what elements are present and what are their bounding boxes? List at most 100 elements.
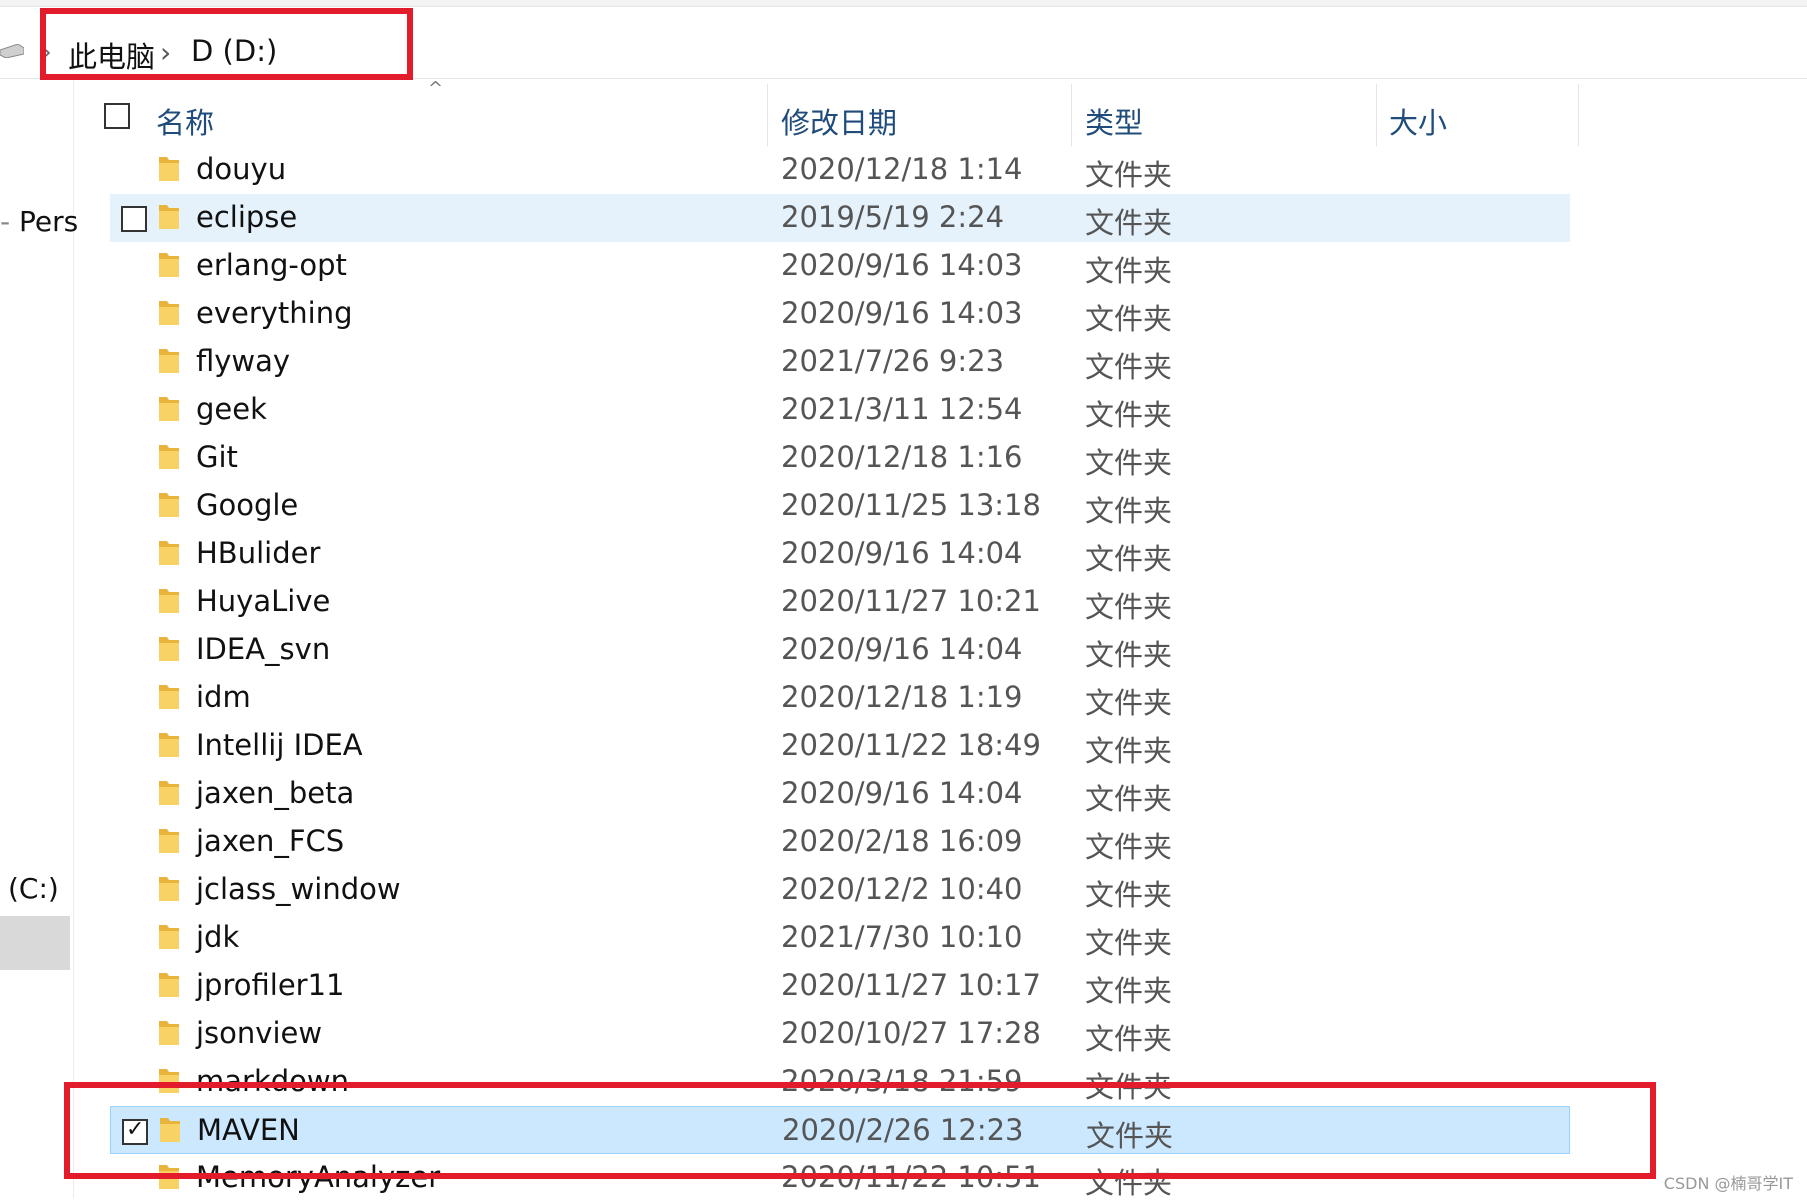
file-name: jprofiler11 [196,968,345,1002]
row-checkbox[interactable] [121,206,147,232]
file-type: 文件夹 [1085,158,1173,192]
file-modified-date: 2020/9/16 14:04 [781,776,1023,810]
navigation-pane[interactable] [0,80,74,1198]
file-name: erlang-opt [196,248,347,282]
folder-icon [159,349,179,373]
file-name: IDEA_svn [196,632,331,666]
file-type: 文件夹 [1085,830,1173,864]
nav-item-selected-d-drive[interactable] [0,916,70,970]
column-divider[interactable] [1578,84,1579,146]
folder-icon [159,397,179,421]
file-modified-date: 2019/5/19 2:24 [781,200,1005,234]
file-name: Git [196,440,238,474]
column-header-size[interactable]: 大小 [1389,100,1447,142]
folder-icon [159,973,179,997]
file-row[interactable]: geek 2021/3/11 12:54 文件夹 [110,386,1570,434]
file-name: jaxen_FCS [196,824,345,858]
folder-icon [159,541,179,565]
file-modified-date: 2020/9/16 14:03 [781,296,1023,330]
file-type: 文件夹 [1085,350,1173,384]
folder-icon [159,781,179,805]
file-name: flyway [196,344,291,378]
file-row[interactable]: erlang-opt 2020/9/16 14:03 文件夹 [110,242,1570,290]
file-name: jdk [196,920,240,954]
column-header-date[interactable]: 修改日期 [781,100,897,142]
file-modified-date: 2020/11/27 10:17 [781,968,1041,1002]
file-row[interactable]: Google 2020/11/25 13:18 文件夹 [110,482,1570,530]
file-modified-date: 2020/11/25 13:18 [781,488,1041,522]
folder-icon [159,829,179,853]
file-modified-date: 2020/2/18 16:09 [781,824,1023,858]
file-modified-date: 2021/7/30 10:10 [781,920,1023,954]
folder-icon [159,253,179,277]
file-name: HuyaLive [196,584,331,618]
file-type: 文件夹 [1085,926,1173,960]
file-type: 文件夹 [1085,878,1173,912]
column-header-name[interactable]: 名称 [156,100,214,142]
folder-icon [159,493,179,517]
file-type: 文件夹 [1085,1022,1173,1056]
folder-icon [159,1021,179,1045]
file-type: 文件夹 [1085,542,1173,576]
file-name: Google [196,488,299,522]
file-type: 文件夹 [1085,206,1173,240]
file-modified-date: 2020/12/18 1:16 [781,440,1023,474]
folder-icon [159,925,179,949]
file-row[interactable]: jaxen_beta 2020/9/16 14:04 文件夹 [110,770,1570,818]
file-modified-date: 2021/7/26 9:23 [781,344,1005,378]
file-row[interactable]: jaxen_FCS 2020/2/18 16:09 文件夹 [110,818,1570,866]
file-row[interactable]: IDEA_svn 2020/9/16 14:04 文件夹 [110,626,1570,674]
file-name: HBulider [196,536,321,570]
folder-icon [159,733,179,757]
file-type: 文件夹 [1085,302,1173,336]
highlight-box-maven [64,1082,1656,1179]
file-name: jsonview [196,1016,323,1050]
file-row[interactable]: HBulider 2020/9/16 14:04 文件夹 [110,530,1570,578]
column-header-type[interactable]: 类型 [1085,100,1143,142]
file-row[interactable]: idm 2020/12/18 1:19 文件夹 [110,674,1570,722]
file-modified-date: 2020/10/27 17:28 [781,1016,1041,1050]
folder-icon [159,157,179,181]
file-type: 文件夹 [1085,494,1173,528]
file-type: 文件夹 [1085,254,1173,288]
file-type: 文件夹 [1085,590,1173,624]
file-type: 文件夹 [1085,446,1173,480]
file-type: 文件夹 [1085,734,1173,768]
file-modified-date: 2021/3/11 12:54 [781,392,1023,426]
folder-icon [159,301,179,325]
highlight-box-breadcrumb [40,8,413,80]
file-modified-date: 2020/9/16 14:04 [781,632,1023,666]
column-divider[interactable] [1071,84,1072,146]
select-all-checkbox[interactable] [104,103,130,129]
column-divider[interactable] [1376,84,1377,146]
file-modified-date: 2020/12/2 10:40 [781,872,1023,906]
file-row[interactable]: everything 2020/9/16 14:03 文件夹 [110,290,1570,338]
folder-icon [159,589,179,613]
column-divider[interactable] [767,84,768,146]
file-row[interactable]: jsonview 2020/10/27 17:28 文件夹 [110,1010,1570,1058]
file-row[interactable]: flyway 2021/7/26 9:23 文件夹 [110,338,1570,386]
file-row[interactable]: douyu 2020/12/18 1:14 文件夹 [110,146,1570,194]
file-name: idm [196,680,251,714]
file-modified-date: 2020/12/18 1:14 [781,152,1023,186]
file-row[interactable]: HuyaLive 2020/11/27 10:21 文件夹 [110,578,1570,626]
folder-icon [159,637,179,661]
nav-item-c-drive[interactable]: (C:) [8,872,59,905]
folder-icon [159,685,179,709]
file-row[interactable]: Intellij IDEA 2020/11/22 18:49 文件夹 [110,722,1570,770]
watermark: CSDN @楠哥学IT [1663,1174,1793,1193]
file-modified-date: 2020/9/16 14:04 [781,536,1023,570]
file-type: 文件夹 [1085,974,1173,1008]
file-name: eclipse [196,200,298,234]
file-name: Intellij IDEA [196,728,363,762]
folder-icon [159,445,179,469]
window-top-edge [0,0,1807,7]
file-row[interactable]: jprofiler11 2020/11/27 10:17 文件夹 [110,962,1570,1010]
file-type: 文件夹 [1085,782,1173,816]
file-row[interactable]: eclipse 2019/5/19 2:24 文件夹 [110,194,1570,242]
sort-ascending-icon: ^ [428,78,444,99]
file-row[interactable]: jdk 2021/7/30 10:10 文件夹 [110,914,1570,962]
file-row[interactable]: Git 2020/12/18 1:16 文件夹 [110,434,1570,482]
file-row[interactable]: jclass_window 2020/12/2 10:40 文件夹 [110,866,1570,914]
nav-item-persons[interactable]: - Pers [0,205,78,238]
